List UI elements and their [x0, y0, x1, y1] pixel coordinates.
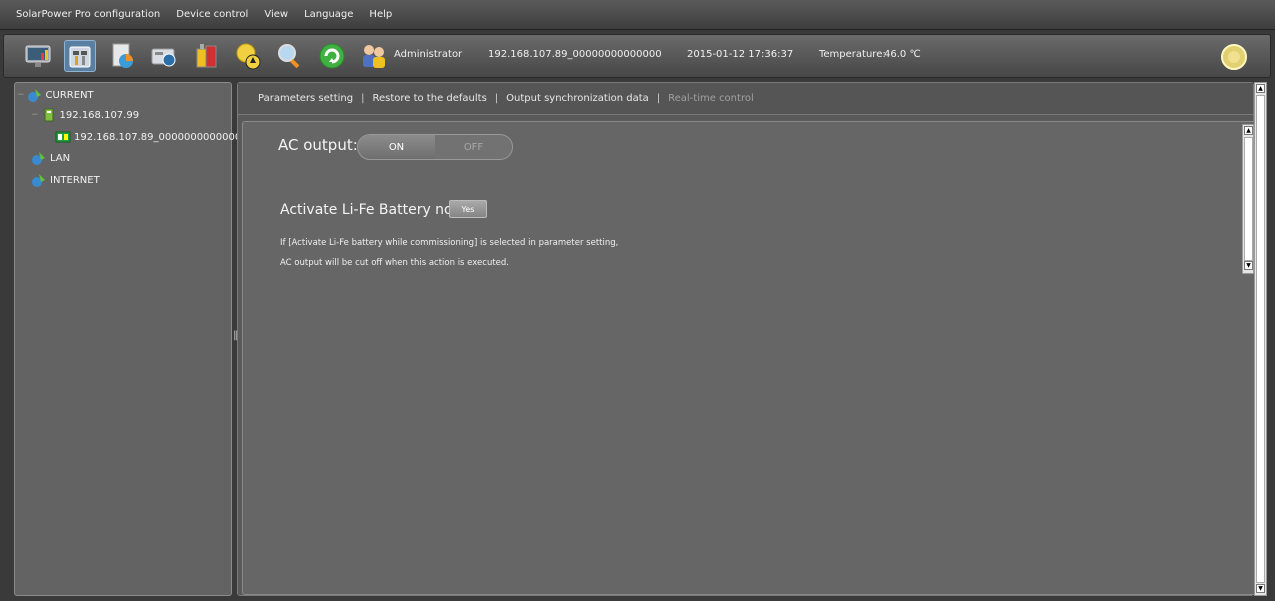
tree-item-current[interactable]: − CURRENT [17, 87, 94, 103]
content-panel: Parameters setting | Restore to the defa… [237, 82, 1258, 596]
tab-output-sync[interactable]: Output synchronization data [506, 93, 649, 104]
tree-label-current: CURRENT [45, 89, 94, 101]
users-icon[interactable] [358, 40, 390, 72]
host-icon [44, 108, 54, 122]
realtime-control-pane: AC output: ON OFF Activate Li-Fe Battery… [242, 121, 1258, 595]
collapse-icon[interactable]: − [17, 90, 25, 100]
tree-item-internet[interactable]: INTERNET [31, 172, 100, 188]
scroll-thumb[interactable] [1244, 137, 1253, 261]
menu-view[interactable]: View [256, 9, 296, 20]
tools-icon[interactable] [64, 40, 96, 72]
report-icon[interactable] [106, 40, 138, 72]
tree-label-device: 192.168.107.89_00000000000000 [74, 131, 248, 143]
scroll-thumb[interactable] [1256, 95, 1265, 583]
tree-label-lan: LAN [50, 152, 71, 164]
tab-separator: | [656, 93, 661, 104]
datetime: 2015-01-12 17:36:37 [687, 49, 794, 60]
menu-language[interactable]: Language [296, 9, 361, 20]
scroll-up-icon[interactable]: ▲ [1244, 126, 1253, 135]
user-name: Administrator [394, 49, 463, 60]
tab-separator: | [361, 93, 365, 104]
tree-item-host[interactable]: − 192.168.107.99 [31, 107, 139, 123]
ac-output-toggle[interactable]: ON OFF [357, 134, 513, 160]
toolbar: Administrator 192.168.107.89_00000000000… [3, 34, 1271, 78]
scroll-down-icon[interactable]: ▼ [1244, 261, 1253, 270]
alert-icon[interactable] [232, 40, 264, 72]
sun-icon [1220, 43, 1248, 71]
menu-bar: SolarPower Pro configuration Device cont… [0, 0, 1275, 30]
ac-off-button[interactable]: OFF [435, 135, 512, 159]
camera-icon[interactable] [148, 40, 180, 72]
battery-icon[interactable] [190, 40, 222, 72]
tab-bar: Parameters setting | Restore to the defa… [238, 83, 1253, 115]
device-tree-panel: − CURRENT − 192.168.107.99 192.168.107.8… [14, 82, 248, 596]
ac-on-button[interactable]: ON [358, 135, 435, 159]
inner-scrollbar[interactable]: ▲ ▼ [1242, 124, 1254, 274]
inverter-icon [55, 131, 71, 143]
app-window: SolarPower Pro configuration Device cont… [0, 0, 1275, 601]
temperature-label: Temperature: [819, 49, 886, 60]
network-icon [32, 152, 45, 165]
tab-parameters-setting[interactable]: Parameters setting [258, 93, 353, 104]
activate-yes-button[interactable]: Yes [449, 200, 487, 218]
tree-item-device[interactable]: 192.168.107.89_00000000000000 [55, 129, 248, 145]
activate-battery-label: Activate Li-Fe Battery now [280, 202, 465, 218]
ac-output-label: AC output: [278, 136, 358, 154]
search-icon[interactable] [274, 40, 306, 72]
temperature-value: 46.0 ℃ [884, 49, 921, 60]
note-line-1: If [Activate Li-Fe battery while commiss… [280, 238, 619, 248]
tab-separator: | [494, 93, 499, 104]
device-id: 192.168.107.89_00000000000000 [488, 49, 662, 60]
tree-label-internet: INTERNET [50, 174, 100, 186]
note-line-2: AC output will be cut off when this acti… [280, 258, 509, 268]
network-icon [32, 174, 45, 187]
network-icon [27, 89, 41, 102]
menu-help[interactable]: Help [361, 9, 400, 20]
scroll-up-icon[interactable]: ▲ [1256, 84, 1265, 93]
tab-restore-defaults[interactable]: Restore to the defaults [372, 93, 486, 104]
scroll-down-icon[interactable]: ▼ [1256, 584, 1265, 593]
tree-label-host: 192.168.107.99 [59, 109, 140, 121]
refresh-icon[interactable] [316, 40, 348, 72]
tree-item-lan[interactable]: LAN [31, 150, 70, 166]
collapse-icon[interactable]: − [31, 110, 39, 120]
tab-realtime-control[interactable]: Real-time control [668, 93, 754, 104]
menu-solarpower-config[interactable]: SolarPower Pro configuration [8, 9, 168, 20]
outer-scrollbar[interactable]: ▲ ▼ [1254, 82, 1267, 596]
monitor-icon[interactable] [22, 40, 54, 72]
menu-device-control[interactable]: Device control [168, 9, 256, 20]
